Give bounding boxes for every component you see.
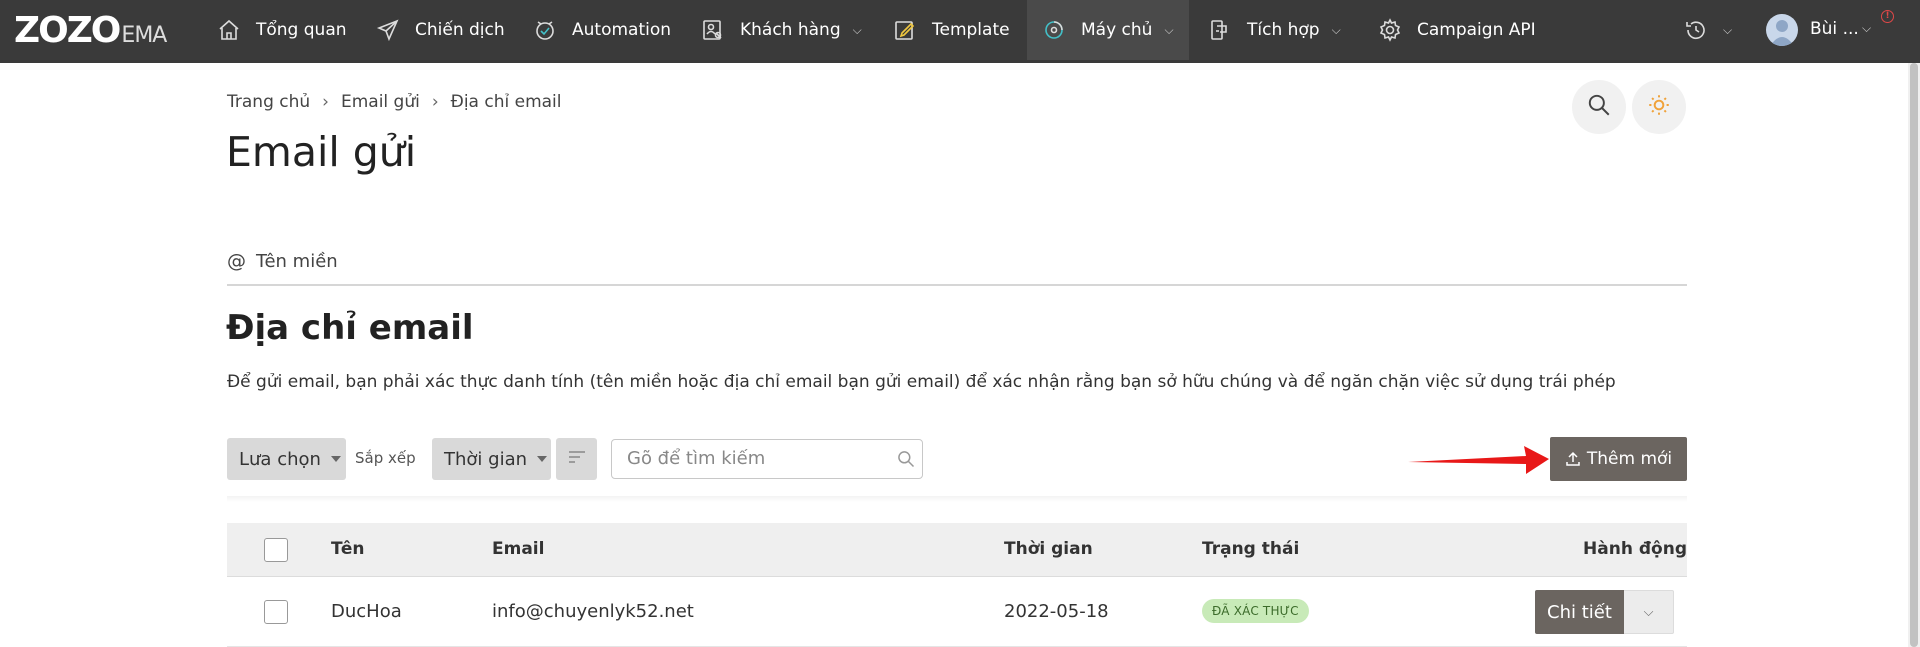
email-table: Tên Email Thời gian Trạng thái Hành động… (227, 523, 1687, 647)
automation-icon (532, 17, 558, 43)
avatar[interactable] (1766, 14, 1798, 46)
row-action-group: Chi tiết ⌵ (1535, 590, 1674, 634)
scrollbar-thumb[interactable] (1910, 63, 1918, 647)
detail-button[interactable]: Chi tiết (1535, 590, 1624, 634)
header-name[interactable]: Tên (331, 539, 364, 559)
nav-item-label: Chiến dịch (415, 20, 505, 40)
top-navigation: ZOZO EMA Tổng quan Chiến dịch Automation… (0, 0, 1920, 63)
page-scrollbar[interactable] (1908, 63, 1920, 647)
caret-down-icon (537, 456, 548, 462)
contacts-icon (700, 17, 726, 43)
nav-item-label: Khách hàng (740, 20, 841, 40)
chevron-down-icon: ⌵ (1331, 22, 1341, 37)
breadcrumb-separator: › (322, 92, 329, 112)
nav-item-label: Template (932, 20, 1010, 40)
chevron-down-icon: ⌵ (1164, 22, 1174, 37)
nav-item-label: Automation (572, 20, 672, 40)
page-title: Email gửi (226, 128, 417, 176)
nav-item-label: Máy chủ (1081, 20, 1153, 40)
section-title: Địa chỉ email (226, 308, 474, 348)
upload-icon (1566, 451, 1580, 466)
logo-subtext: EMA (121, 23, 167, 48)
header-status[interactable]: Trạng thái (1202, 539, 1299, 559)
nav-item-overview[interactable]: Tổng quan (216, 0, 347, 60)
nav-item-campaign-api[interactable]: Campaign API (1377, 0, 1536, 60)
nav-item-campaigns[interactable]: Chiến dịch (375, 0, 505, 60)
section-description: Để gửi email, bạn phải xác thực danh tín… (227, 372, 1616, 392)
tab-domain[interactable]: @ Tên miền (227, 250, 338, 272)
nav-item-label: Campaign API (1417, 20, 1536, 40)
at-icon: @ (227, 250, 246, 272)
nav-item-template[interactable]: Template (892, 0, 1010, 60)
integration-icon (1207, 17, 1233, 43)
search-button[interactable] (1572, 80, 1626, 134)
table-header: Tên Email Thời gian Trạng thái Hành động (227, 523, 1687, 577)
logo[interactable]: ZOZO EMA (14, 9, 167, 53)
selection-dropdown-label: Lưa chọn (239, 448, 321, 470)
logo-text: ZOZO (14, 10, 121, 51)
status-badge: ĐÃ XÁC THỰC (1202, 599, 1309, 623)
breadcrumb-sender-email[interactable]: Email gửi (341, 92, 420, 112)
add-new-button[interactable]: Thêm mới (1550, 437, 1687, 481)
row-checkbox[interactable] (264, 600, 288, 624)
breadcrumb: Trang chủ › Email gửi › Địa chỉ email (227, 92, 562, 112)
nav-item-integration[interactable]: Tích hợp ⌵ (1207, 0, 1341, 60)
nav-item-label: Tích hợp (1247, 20, 1320, 40)
sort-dropdown[interactable]: Thời gian (432, 438, 551, 480)
add-new-label: Thêm mới (1586, 449, 1673, 469)
header-action: Hành động (1583, 539, 1687, 559)
alert-icon[interactable]: ! (1881, 10, 1894, 23)
user-name[interactable]: Bùi ... (1810, 19, 1859, 39)
edit-icon (892, 17, 918, 43)
send-icon (375, 17, 401, 43)
tab-domain-label: Tên miền (256, 250, 338, 272)
search-field[interactable] (611, 439, 923, 479)
sort-order-button[interactable] (556, 438, 597, 480)
history-button[interactable]: ⌵ (1683, 0, 1732, 60)
search-icon[interactable] (896, 449, 916, 473)
breadcrumb-home[interactable]: Trang chủ (227, 92, 310, 112)
selection-dropdown[interactable]: Lưa chọn (227, 438, 346, 480)
cell-name: DucHoa (331, 601, 402, 622)
theme-toggle-button[interactable] (1632, 80, 1686, 134)
sort-icon (566, 448, 588, 470)
chevron-down-icon[interactable]: ⌵ (1862, 21, 1871, 36)
header-time[interactable]: Thời gian (1004, 539, 1093, 559)
history-icon (1683, 17, 1709, 43)
sort-dropdown-label: Thời gian (444, 448, 528, 470)
select-all-checkbox[interactable] (264, 538, 288, 562)
sort-label: Sắp xếp (355, 449, 416, 467)
chevron-down-icon: ⌵ (1643, 604, 1654, 620)
sun-icon (1646, 92, 1672, 122)
search-input[interactable] (627, 440, 887, 476)
nav-item-server[interactable]: Máy chủ ⌵ (1027, 0, 1189, 60)
table-row: DucHoa info@chuyenlyk52.net 2022-05-18 Đ… (227, 577, 1687, 647)
chevron-down-icon: ⌵ (1723, 22, 1733, 37)
divider (227, 284, 1687, 286)
search-icon (1586, 92, 1612, 122)
nav-item-label: Tổng quan (256, 20, 347, 40)
action-dropdown-button[interactable]: ⌵ (1624, 590, 1674, 634)
toolbar-separator (227, 496, 1687, 502)
annotation-arrow (1408, 446, 1549, 474)
header-email[interactable]: Email (492, 539, 544, 559)
caret-down-icon (330, 456, 341, 462)
breadcrumb-separator: › (431, 92, 439, 112)
server-icon (1041, 17, 1067, 43)
chevron-down-icon: ⌵ (852, 22, 862, 37)
gear-icon (1377, 17, 1403, 43)
breadcrumb-current: Địa chỉ email (450, 92, 562, 112)
home-icon (216, 17, 242, 43)
nav-item-customers[interactable]: Khách hàng ⌵ (700, 0, 862, 60)
nav-item-automation[interactable]: Automation (532, 0, 671, 60)
cell-email: info@chuyenlyk52.net (492, 601, 694, 622)
cell-time: 2022-05-18 (1004, 601, 1109, 622)
